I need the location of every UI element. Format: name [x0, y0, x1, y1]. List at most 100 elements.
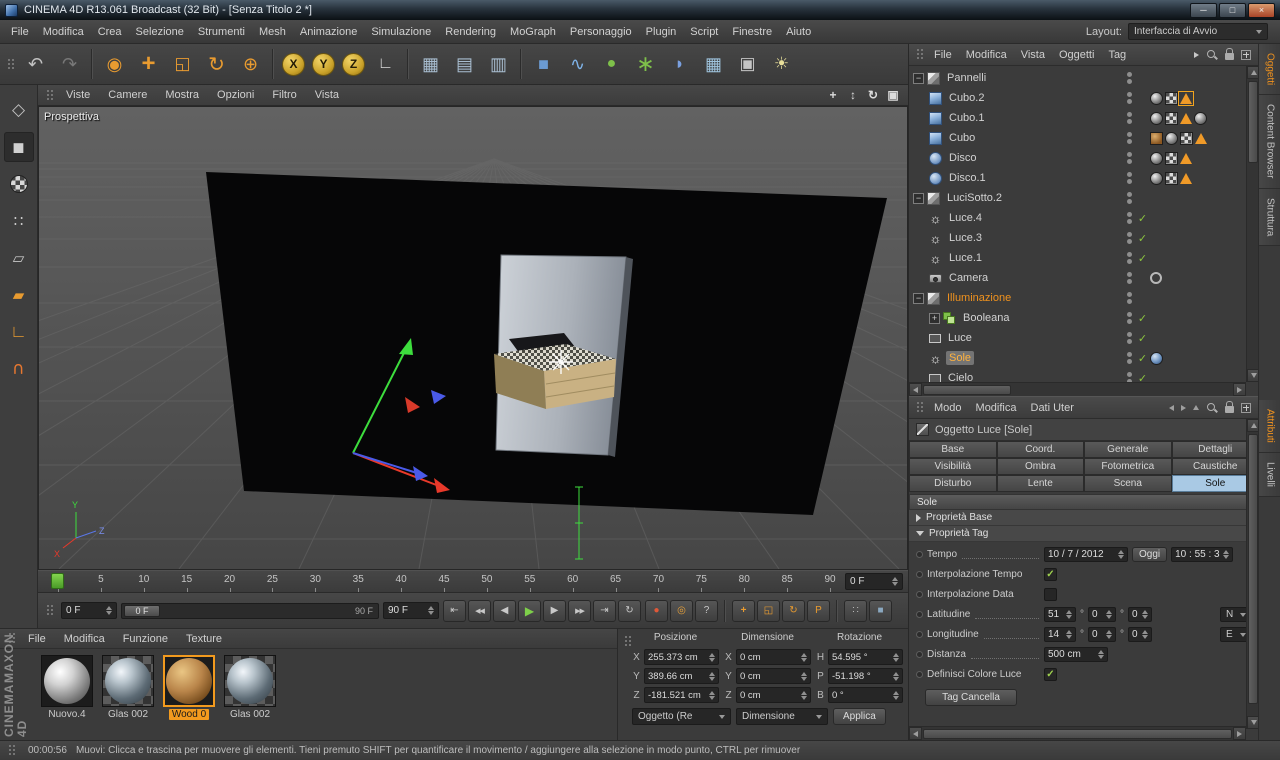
next-frame-button[interactable]: ▶ [543, 599, 566, 622]
render-settings-button[interactable]: ▥ [482, 48, 515, 81]
tab-fotometrica[interactable]: Fotometrica [1084, 458, 1172, 475]
spinner[interactable] [1095, 650, 1104, 659]
object-row[interactable]: + Booleana ✓ [909, 308, 1246, 328]
play-button[interactable]: ▶ [518, 599, 541, 622]
history-forward-icon[interactable] [1181, 404, 1186, 411]
menu-simulazione[interactable]: Simulazione [364, 20, 438, 43]
checker-tag-icon[interactable] [1165, 111, 1178, 125]
viewport-camera-label[interactable]: Prospettiva [44, 111, 99, 123]
keyframe-help-button[interactable]: ? [695, 599, 718, 622]
undo-button[interactable]: ↶ [19, 48, 52, 81]
viewport-menu-mostra[interactable]: Mostra [156, 89, 208, 101]
distanza-field[interactable]: 500 cm [1044, 647, 1108, 662]
am-menu-dati-uter[interactable]: Dati Uter [1024, 402, 1081, 414]
menu-selezione[interactable]: Selezione [129, 20, 191, 43]
slider-handle[interactable]: 0 F [124, 604, 160, 617]
material-tag-icon[interactable] [1150, 171, 1163, 185]
add-spline-button[interactable]: ∿ [561, 48, 594, 81]
coord-field-dimensione-y[interactable]: 0 cm [736, 668, 811, 684]
add-icon[interactable] [1241, 402, 1251, 413]
object-name[interactable]: Cielo [945, 371, 976, 382]
viewport-menu-viste[interactable]: Viste [57, 89, 99, 101]
side-tab-struttura[interactable]: Struttura [1259, 188, 1280, 247]
keyframe-dot[interactable] [916, 571, 923, 578]
move-tool-button[interactable]: + [132, 48, 165, 81]
current-frame-marker[interactable] [51, 573, 64, 589]
material-tag-icon[interactable] [1150, 111, 1163, 125]
spinner[interactable] [890, 652, 899, 662]
viewport-menu-filtro[interactable]: Filtro [263, 89, 305, 101]
visibility-dots[interactable] [1123, 332, 1135, 344]
object-name[interactable]: Sole [946, 351, 975, 365]
enabled-check-icon[interactable]: ✓ [1135, 312, 1150, 325]
wood-tag-icon[interactable] [1150, 131, 1163, 145]
object-row[interactable]: ☼ Sole ✓ [909, 348, 1246, 368]
add-light-button[interactable]: ☀ [765, 48, 798, 81]
object-name[interactable]: Illuminazione [944, 291, 1014, 305]
phong-tag-icon[interactable] [1178, 90, 1194, 106]
collapse-icon[interactable]: − [913, 292, 924, 304]
lock-icon[interactable] [1225, 401, 1234, 413]
proprieta-tag-group[interactable]: Proprietà Tag [909, 526, 1259, 542]
keyframe-dot[interactable] [916, 591, 923, 598]
target-tag-icon[interactable] [1150, 272, 1162, 284]
rotate-tool-button[interactable]: ↻ [200, 48, 233, 81]
object-name[interactable]: Luce.1 [946, 251, 985, 265]
spinner[interactable] [890, 671, 899, 681]
om-menu-tag[interactable]: Tag [1101, 49, 1133, 61]
material-item[interactable]: Wood 0 [162, 655, 216, 720]
material-menu-modifica[interactable]: Modifica [55, 633, 114, 645]
search-icon[interactable] [1206, 402, 1218, 414]
spinner[interactable] [1063, 630, 1072, 639]
tag-cancella-button[interactable]: Tag Cancella [925, 689, 1017, 706]
coord-field-posizione-z[interactable]: -181.521 cm [644, 687, 719, 703]
object-row[interactable]: Cubo [909, 128, 1246, 148]
render-view-button[interactable]: ▦ [414, 48, 447, 81]
lock-x-axis-button[interactable]: X [282, 52, 305, 76]
submenu-arrow-icon[interactable] [1194, 51, 1199, 58]
points-mode-button[interactable]: ∷ [4, 206, 34, 236]
phong-tag-icon[interactable] [1180, 172, 1192, 184]
coord-field-rotazione-h[interactable]: 54.595 ° [828, 649, 903, 665]
coord-field-posizione-y[interactable]: 389.66 cm [644, 668, 719, 684]
dolly-view-icon[interactable]: ↕ [845, 87, 861, 103]
om-menu-file[interactable]: File [927, 49, 959, 61]
enabled-check-icon[interactable]: ✓ [1135, 352, 1150, 365]
end-frame-field[interactable]: 90 F [383, 602, 439, 619]
add-cube-button[interactable]: ■ [527, 48, 560, 81]
coord-field-dimensione-z[interactable]: 0 cm [736, 687, 811, 703]
checker-tag-icon[interactable] [1165, 171, 1178, 185]
object-row[interactable]: Cubo.2 [909, 88, 1246, 108]
object-row[interactable]: ☼ Luce.4 ✓ [909, 208, 1246, 228]
maximize-button[interactable]: □ [1219, 2, 1246, 18]
object-name[interactable]: Luce [945, 331, 975, 345]
visibility-dots[interactable] [1123, 372, 1135, 382]
menu-mesh[interactable]: Mesh [252, 20, 293, 43]
spinner[interactable] [798, 671, 807, 681]
pan-view-icon[interactable]: + [825, 87, 841, 103]
object-name[interactable]: Cubo [946, 131, 978, 145]
previous-key-button[interactable]: ◀◀ [468, 599, 491, 622]
am-menu-modo[interactable]: Modo [927, 402, 969, 414]
solo-mode-button[interactable]: ■ [869, 599, 892, 622]
om-menu-modifica[interactable]: Modifica [959, 49, 1014, 61]
attribute-manager-hscroll[interactable] [909, 726, 1246, 740]
material-menu-funzione[interactable]: Funzione [114, 633, 177, 645]
loop-button[interactable]: ↻ [618, 599, 641, 622]
visibility-dots[interactable] [1123, 292, 1135, 304]
oggi-button[interactable]: Oggi [1132, 547, 1168, 562]
object-row[interactable]: − Pannelli [909, 68, 1246, 88]
viewport-menu-vista[interactable]: Vista [306, 89, 348, 101]
minimize-button[interactable]: ─ [1190, 2, 1217, 18]
redo-button[interactable]: ↷ [53, 48, 86, 81]
material-thumbnail[interactable] [102, 655, 154, 707]
side-tab-oggetti[interactable]: Oggetti [1259, 44, 1280, 96]
material-menu-texture[interactable]: Texture [177, 633, 231, 645]
interpolazione-data-checkbox[interactable] [1044, 588, 1057, 601]
panel-handle[interactable] [7, 57, 15, 71]
history-back-icon[interactable] [1169, 404, 1174, 411]
visibility-dots[interactable] [1123, 352, 1135, 364]
goto-start-button[interactable]: ⇤ [443, 599, 466, 622]
time-field[interactable]: 10 : 55 : 3 [1171, 547, 1234, 562]
object-row[interactable]: ☼ Luce.1 ✓ [909, 248, 1246, 268]
